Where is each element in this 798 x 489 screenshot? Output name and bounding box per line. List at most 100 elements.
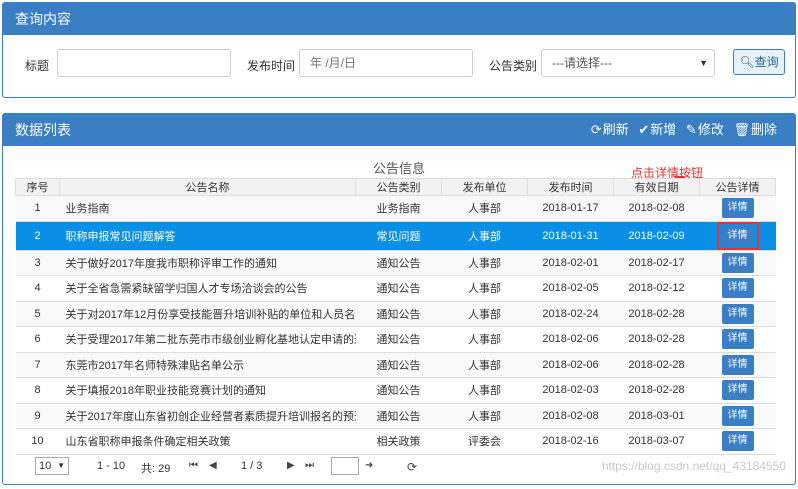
table-cell: 业务指南 xyxy=(59,195,356,222)
detail-cell: 详情 xyxy=(699,275,776,302)
detail-button[interactable]: 详情 xyxy=(721,198,754,219)
table-cell: 2018-02-28 xyxy=(613,377,700,404)
list-panel: 数据列表 ⟳刷新 ✔新增 ✎修改 🗑︎删除 公告信息 点击详情按钮 序号 公告名称… xyxy=(2,113,796,485)
pager-page: 1 / 3 xyxy=(241,460,263,472)
watermark: https://blog.csdn.net/qq_43184550 xyxy=(601,459,786,473)
refresh-icon[interactable]: ⟳ xyxy=(407,460,417,474)
table-cell: 关于2017年度山东省初创企业经营者素质提升培训报名的预通知 xyxy=(59,403,356,429)
table-body: 1 业务指南 业务指南 人事部 2018-01-17 2018-02-08 详情 2 职称申报常… xyxy=(15,195,776,455)
table-row[interactable]: 2 职称申报常见问题解答 常见问题 人事部 2018-01-31 2018-02-09 详情 xyxy=(15,221,776,251)
column-header: 发布时间 xyxy=(527,178,614,196)
table-cell: 2018-01-17 xyxy=(527,195,614,222)
table-cell: 关于对2017年12月份享受技能晋升培训补贴的单位和人员名单公示 xyxy=(59,301,356,327)
first-page-icon[interactable]: ⏮ xyxy=(189,460,198,471)
check-icon: ✔ xyxy=(638,122,650,137)
refresh-button[interactable]: ⟳刷新 xyxy=(591,114,629,146)
table-row[interactable]: 3 关于做好2017年度我市职称评审工作的通知 通知公告 人事部 2018-02-01 2… xyxy=(15,250,776,276)
table-cell: 关于做好2017年度我市职称评审工作的通知 xyxy=(59,250,356,276)
table-cell: 人事部 xyxy=(441,275,528,302)
table-cell: 2018-02-08 xyxy=(527,403,614,429)
table-row[interactable]: 5关于对2017年12月份享受技能晋升培训补贴的单位和人员名单公示通知公告人事部… xyxy=(15,301,776,327)
page-size-select[interactable]: 10 ▼ xyxy=(35,457,69,475)
next-page-icon[interactable]: ▶ xyxy=(287,460,295,471)
page-size-value: 10 xyxy=(39,460,52,472)
chevron-down-icon: ▼ xyxy=(699,58,708,68)
table-cell: 职称申报常见问题解答 xyxy=(59,221,356,251)
table-row[interactable]: 4 关于全省急需紧缺留学归国人才专场洽谈会的公告 通知公告 人事部 2018-02-05… xyxy=(15,275,776,302)
edit-label: 修改 xyxy=(697,122,724,137)
table-row[interactable]: 7 东莞市2017年名师特殊津贴名单公示 通知公告 人事部 2018-02-06 2018… xyxy=(15,352,776,378)
detail-cell: 详情 xyxy=(699,428,776,455)
table-cell: 2018-02-09 xyxy=(613,221,700,251)
table-cell: 2018-02-03 xyxy=(527,377,614,404)
last-page-icon[interactable]: ⏭ xyxy=(305,460,314,471)
table-cell: 人事部 xyxy=(441,250,528,276)
trash-icon: 🗑︎ xyxy=(733,122,750,137)
delete-button[interactable]: 🗑︎删除 xyxy=(733,114,777,146)
add-button[interactable]: ✔新增 xyxy=(638,114,676,146)
page-jump-input[interactable] xyxy=(331,457,359,475)
chevron-down-icon: ▼ xyxy=(57,461,65,470)
table-cell: 人事部 xyxy=(441,377,528,404)
query-panel-title: 查询内容 xyxy=(3,3,795,35)
detail-button[interactable]: 详情 xyxy=(721,329,754,350)
table-cell: 2018-03-07 xyxy=(613,428,700,455)
title-input[interactable] xyxy=(57,49,231,77)
table-cell: 10 xyxy=(15,428,60,455)
table-cell: 2018-01-31 xyxy=(527,221,614,251)
table-cell: 1 xyxy=(15,195,60,222)
table-cell: 2018-02-06 xyxy=(527,352,614,378)
table-cell: 评委会 xyxy=(441,428,528,455)
table-cell: 6 xyxy=(15,326,60,353)
prev-page-icon[interactable]: ◀ xyxy=(209,460,217,471)
date-label: 发布时间 xyxy=(247,59,296,73)
date-input[interactable] xyxy=(299,49,473,77)
detail-button[interactable]: 详情 xyxy=(721,431,754,452)
table-cell: 人事部 xyxy=(441,352,528,378)
edit-button[interactable]: ✎修改 xyxy=(686,114,724,146)
table-cell: 东莞市2017年名师特殊津贴名单公示 xyxy=(59,352,356,378)
search-button-label: 查询 xyxy=(754,55,779,69)
detail-cell: 详情 xyxy=(699,301,776,327)
column-header: 公告详情 xyxy=(699,178,776,196)
pager-total: 共: 29 xyxy=(141,463,171,475)
detail-button[interactable]: 详情 xyxy=(721,225,754,246)
table-cell: 通知公告 xyxy=(355,301,442,327)
detail-cell: 详情 xyxy=(699,403,776,429)
table-cell: 关于填报2018年职业技能竞赛计划的通知 xyxy=(59,377,356,404)
table-cell: 关于全省急需紧缺留学归国人才专场洽谈会的公告 xyxy=(59,275,356,302)
detail-button[interactable]: 详情 xyxy=(721,278,754,299)
table-row[interactable]: 6 关于受理2017年第二批东莞市市级创业孵化基地认定申请的通告 通知公告 人事部 20… xyxy=(15,326,776,353)
query-panel: 查询内容 标题 发布时间 公告类别 ---请选择--- ▼ 🔍︎查询 xyxy=(2,2,796,98)
table-cell: 常见问题 xyxy=(355,221,442,251)
detail-button[interactable]: 详情 xyxy=(721,405,754,426)
detail-button[interactable]: 详情 xyxy=(721,303,754,324)
title-label: 标题 xyxy=(25,59,50,73)
detail-button[interactable]: 详情 xyxy=(721,252,754,273)
detail-cell: 详情 xyxy=(699,377,776,404)
pencil-icon: ✎ xyxy=(685,122,697,137)
table-cell: 2018-02-28 xyxy=(613,326,700,353)
go-arrow-icon[interactable]: ➜ xyxy=(365,460,373,471)
column-header: 公告类别 xyxy=(355,178,442,196)
table-cell: 2018-02-08 xyxy=(613,195,700,222)
table-row[interactable]: 9 关于2017年度山东省初创企业经营者素质提升培训报名的预通知 通知公告 人事部 20… xyxy=(15,403,776,429)
table-cell: 人事部 xyxy=(441,403,528,429)
column-header: 序号 xyxy=(15,178,60,196)
detail-button[interactable]: 详情 xyxy=(721,380,754,401)
add-label: 新增 xyxy=(650,122,677,137)
table-cell: 通知公告 xyxy=(355,377,442,404)
table-cell: 业务指南 xyxy=(355,195,442,222)
table-cell: 人事部 xyxy=(441,221,528,251)
detail-button[interactable]: 详情 xyxy=(721,354,754,375)
search-button[interactable]: 🔍︎查询 xyxy=(733,49,785,75)
category-select[interactable]: ---请选择--- ▼ xyxy=(541,49,715,77)
table-cell: 5 xyxy=(15,301,60,327)
table-cell: 2018-02-28 xyxy=(613,301,700,327)
table-row[interactable]: 8 关于填报2018年职业技能竞赛计划的通知 通知公告 人事部 2018-02-03 20… xyxy=(15,377,776,404)
table-row[interactable]: 1 业务指南 业务指南 人事部 2018-01-17 2018-02-08 详情 xyxy=(15,195,776,222)
table-row[interactable]: 10 山东省职称申报条件确定相关政策 相关政策 评委会 2018-02-16 2018-0… xyxy=(15,428,776,455)
list-panel-header: 数据列表 ⟳刷新 ✔新增 ✎修改 🗑︎删除 xyxy=(3,114,795,146)
detail-cell: 详情 xyxy=(699,326,776,353)
column-header: 有效日期 xyxy=(613,178,700,196)
